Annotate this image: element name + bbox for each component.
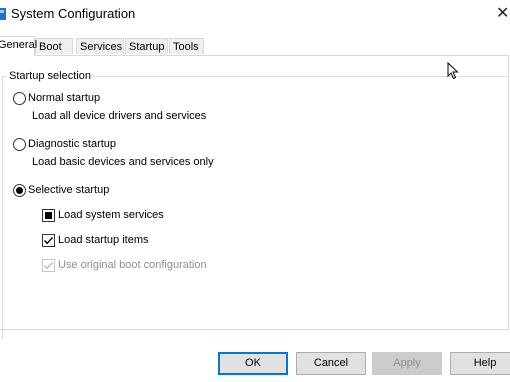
mouse-pointer-icon (447, 62, 459, 80)
normal-startup-radio[interactable]: Normal startup (13, 90, 100, 106)
checkbox-indeterminate-icon (42, 208, 55, 222)
tab-services[interactable]: Services (76, 38, 124, 54)
apply-button: Apply (372, 352, 442, 375)
use-original-boot-config-label: Use original boot configuration (58, 259, 207, 271)
tab-general[interactable]: General (0, 36, 37, 56)
use-original-boot-config-checkbox: Use original boot configuration (42, 257, 207, 273)
close-icon: ✕ (496, 3, 510, 22)
radio-unselected-icon (13, 91, 26, 105)
tab-startup[interactable]: Startup (125, 38, 168, 54)
ok-button[interactable]: OK (218, 352, 288, 375)
help-button[interactable]: Help (450, 352, 510, 375)
system-configuration-window: System Configuration ✕ General Boot Serv… (0, 0, 510, 382)
normal-startup-label: Normal startup (28, 92, 101, 104)
normal-startup-description: Load all device drivers and services (32, 110, 207, 122)
tab-strip: General Boot Services Startup Tools (0, 36, 510, 56)
msconfig-icon (0, 8, 6, 20)
checkmark-disabled-icon (42, 258, 55, 272)
selective-startup-radio[interactable]: Selective startup (13, 182, 109, 198)
diagnostic-startup-description: Load basic devices and services only (32, 156, 214, 168)
window-title: System Configuration (11, 6, 136, 21)
radio-unselected-icon (13, 137, 26, 151)
load-startup-items-label: Load startup items (58, 234, 149, 246)
load-startup-items-checkbox[interactable]: Load startup items (42, 232, 149, 248)
diagnostic-startup-label: Diagnostic startup (28, 138, 117, 150)
load-system-services-checkbox[interactable]: Load system services (42, 207, 164, 223)
close-button[interactable]: ✕ (496, 3, 510, 23)
startup-selection-label: Startup selection (7, 70, 93, 82)
checkmark-icon (42, 233, 55, 247)
radio-selected-icon (13, 183, 26, 197)
tab-tools[interactable]: Tools (169, 38, 204, 54)
load-system-services-label: Load system services (58, 209, 164, 221)
selective-startup-label: Selective startup (28, 184, 110, 196)
title-bar: System Configuration ✕ (0, 0, 510, 30)
general-tab-page: Startup selection Normal startup Load al… (0, 55, 509, 339)
cancel-button[interactable]: Cancel (296, 352, 366, 375)
diagnostic-startup-radio[interactable]: Diagnostic startup (13, 136, 116, 152)
tab-boot[interactable]: Boot (35, 38, 73, 54)
